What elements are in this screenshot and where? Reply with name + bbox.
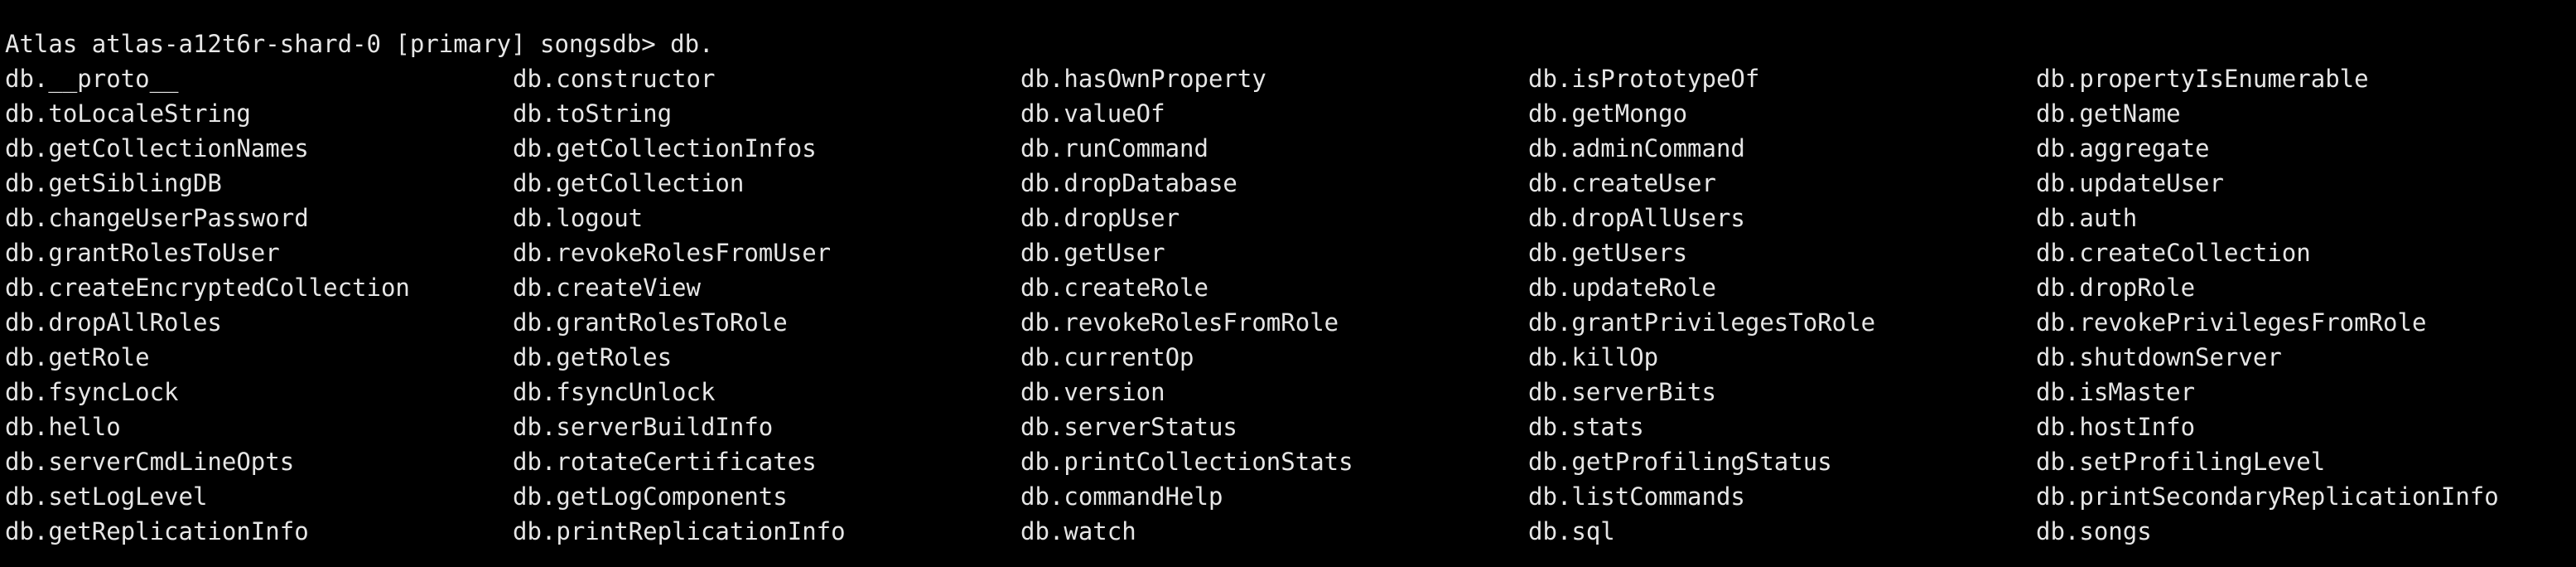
- completion-item: db.getUser: [1020, 239, 1165, 267]
- completion-item: db.currentOp: [1020, 343, 1194, 371]
- completion-item: db.grantRolesToRole: [513, 308, 788, 337]
- completion-item: db.shutdownServer: [2036, 343, 2282, 371]
- completion-item: db.createRole: [1020, 274, 1208, 302]
- completion-item: db.createView: [513, 274, 701, 302]
- completion-item: db.hostInfo: [2036, 413, 2196, 441]
- completion-item: db.getCollectionInfos: [513, 134, 817, 162]
- completion-item: db.sql: [1528, 517, 1615, 545]
- completion-item: db.auth: [2036, 204, 2138, 232]
- completion-item: db.runCommand: [1020, 134, 1208, 162]
- completion-item: db.serverBits: [1528, 378, 1716, 406]
- completion-item: db.rotateCertificates: [513, 448, 817, 476]
- completion-item: db.setLogLevel: [5, 482, 208, 511]
- shell-prompt-line[interactable]: Atlas atlas-a12t6r-shard-0 [primary] son…: [5, 27, 714, 61]
- completion-item: db.grantPrivilegesToRole: [1528, 308, 1876, 337]
- completion-item: db.getCollection: [513, 169, 745, 197]
- completion-item: db.createEncryptedCollection: [5, 274, 410, 302]
- completion-item: db.revokePrivilegesFromRole: [2036, 308, 2427, 337]
- completion-item: db.logout: [513, 204, 644, 232]
- completion-item: db.propertyIsEnumerable: [2036, 65, 2369, 93]
- completion-item: db.toLocaleString: [5, 99, 251, 128]
- completion-item: db.dropUser: [1020, 204, 1180, 232]
- completion-item: db.watch: [1020, 517, 1136, 545]
- completion-item: db.setProfilingLevel: [2036, 448, 2326, 476]
- completion-item: db.updateRole: [1528, 274, 1716, 302]
- completion-item: db.hasOwnProperty: [1020, 65, 1266, 93]
- completion-item: db.toString: [513, 99, 673, 128]
- completion-item: db.serverCmdLineOpts: [5, 448, 295, 476]
- completion-item: db.fsyncLock: [5, 378, 179, 406]
- completion-item: db.listCommands: [1528, 482, 1745, 511]
- completion-item: db.printReplicationInfo: [513, 517, 846, 545]
- prompt-text: Atlas atlas-a12t6r-shard-0 [primary] son…: [5, 30, 714, 58]
- completion-item: db.songs: [2036, 517, 2152, 545]
- completion-item: db.createUser: [1528, 169, 1716, 197]
- completion-item: db.version: [1020, 378, 1165, 406]
- completion-item: db.printCollectionStats: [1020, 448, 1353, 476]
- completion-item: db.revokeRolesFromRole: [1020, 308, 1339, 337]
- completion-item: db.dropAllRoles: [5, 308, 222, 337]
- completion-item: db.changeUserPassword: [5, 204, 309, 232]
- completion-item: db.getRole: [5, 343, 150, 371]
- completion-item: db.getSiblingDB: [5, 169, 222, 197]
- terminal-window[interactable]: Atlas atlas-a12t6r-shard-0 [primary] son…: [0, 0, 2576, 567]
- completion-item: db.dropDatabase: [1020, 169, 1237, 197]
- completion-item: db.getCollectionNames: [5, 134, 309, 162]
- completion-item: db.revokeRolesFromUser: [513, 239, 832, 267]
- completion-item: db.getUsers: [1528, 239, 1688, 267]
- completion-item: db.getReplicationInfo: [5, 517, 309, 545]
- autocomplete-list: db.__proto__ db.constructor db.hasOwnPrope…: [5, 61, 2544, 549]
- completion-item: db.getProfilingStatus: [1528, 448, 1832, 476]
- completion-item: db.isPrototypeOf: [1528, 65, 1760, 93]
- completion-item: db.serverBuildInfo: [513, 413, 774, 441]
- completion-item: db.dropRole: [2036, 274, 2196, 302]
- completion-item: db.hello: [5, 413, 121, 441]
- completion-item: db.adminCommand: [1528, 134, 1745, 162]
- completion-item: db.fsyncUnlock: [513, 378, 716, 406]
- completion-item: db.commandHelp: [1020, 482, 1223, 511]
- completion-item: db.aggregate: [2036, 134, 2210, 162]
- completion-item: db.getName: [2036, 99, 2181, 128]
- completion-item: db.grantRolesToUser: [5, 239, 280, 267]
- completion-item: db.constructor: [513, 65, 716, 93]
- completion-item: db.serverStatus: [1020, 413, 1237, 441]
- completion-item: db.valueOf: [1020, 99, 1165, 128]
- completion-item: db.dropAllUsers: [1528, 204, 1745, 232]
- completion-item: db.getRoles: [513, 343, 673, 371]
- completion-item: db.__proto__: [5, 65, 179, 93]
- completion-item: db.updateUser: [2036, 169, 2224, 197]
- completion-item: db.killOp: [1528, 343, 1659, 371]
- completion-item: db.getMongo: [1528, 99, 1688, 128]
- completion-item: db.getLogComponents: [513, 482, 788, 511]
- completion-item: db.printSecondaryReplicationInfo: [2036, 482, 2499, 511]
- completion-item: db.isMaster: [2036, 378, 2196, 406]
- completion-item: db.stats: [1528, 413, 1644, 441]
- completion-item: db.createCollection: [2036, 239, 2311, 267]
